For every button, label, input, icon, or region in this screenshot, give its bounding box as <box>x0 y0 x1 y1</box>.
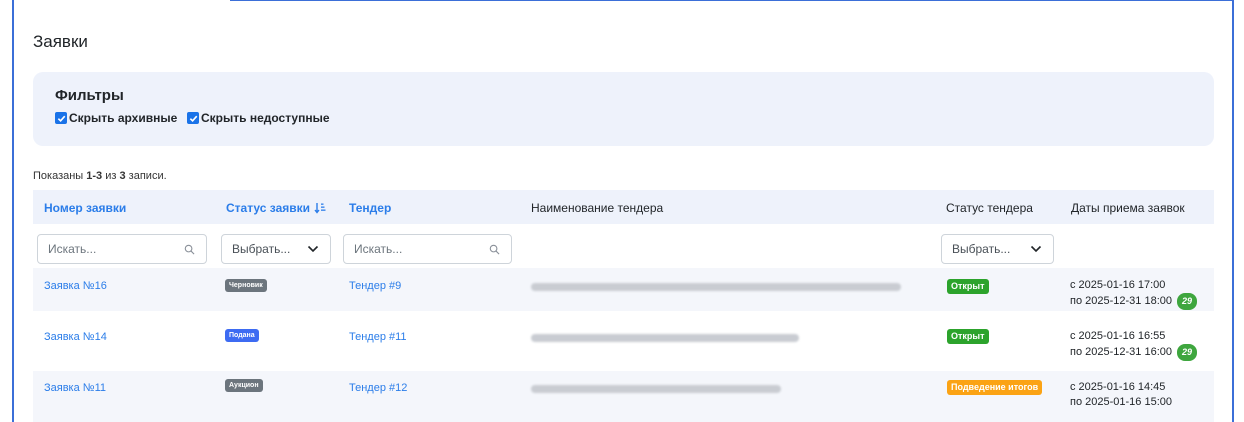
date-to-line: по 2025-12-31 16:00 29 <box>1070 344 1198 361</box>
tender-search-input[interactable]: Искать... <box>343 234 512 264</box>
date-to-line: по 2025-12-31 18:00 29 <box>1070 293 1198 310</box>
search-placeholder: Искать... <box>48 242 97 256</box>
page-title: Заявки <box>33 32 88 51</box>
tender-status-badge: Открыт <box>947 279 989 294</box>
date-to: по 2025-01-16 15:00 <box>1070 396 1172 408</box>
column-tender-status: Статус тендера <box>946 201 1033 215</box>
tender-status-badge: Подведение итогов <box>947 380 1043 395</box>
application-number-link[interactable]: Заявка №11 <box>44 382 106 394</box>
tender-link[interactable]: Тендер #11 <box>349 331 407 343</box>
hide-archived-label: Скрыть архивные <box>69 111 178 125</box>
frame-top-border <box>230 0 1234 1</box>
column-application-status[interactable]: Статус заявки <box>226 201 326 215</box>
application-status-select[interactable]: Выбрать... <box>221 234 331 264</box>
application-number-link[interactable]: Заявка №16 <box>44 280 107 292</box>
summary-range: 1-3 <box>86 170 103 182</box>
hide-unavailable-checkbox[interactable]: Скрыть недоступные <box>187 111 330 125</box>
select-placeholder: Выбрать... <box>232 242 291 256</box>
hide-archived-checkbox[interactable]: Скрыть архивные <box>55 111 177 125</box>
chevron-down-icon <box>306 242 320 256</box>
application-status-badge: Подана <box>225 329 259 342</box>
filters-title: Фильтры <box>55 87 124 104</box>
checkbox-checked-icon[interactable] <box>187 112 199 124</box>
table-header: Номер заявки Статус заявки Тендер Наимен… <box>33 190 1214 224</box>
records-summary: Показаны 1-3 из 3 записи. <box>33 170 167 182</box>
frame-left-border <box>12 0 14 422</box>
search-placeholder: Искать... <box>354 242 403 256</box>
frame-right-border <box>1232 0 1234 422</box>
application-number-search-input[interactable]: Искать... <box>37 234 207 264</box>
table-row: Заявка №16 Черновик Тендер #9 Открыт с 2… <box>33 268 1214 311</box>
dates-cell: с 2025-01-16 16:55 по 2025-12-31 16:00 2… <box>1070 329 1198 361</box>
date-to: по 2025-12-31 18:00 <box>1070 295 1172 307</box>
tender-link[interactable]: Тендер #9 <box>349 280 401 292</box>
blurred-tender-name <box>531 283 901 291</box>
table-filter-row: Искать... Выбрать... Искать... Выбрать..… <box>33 224 1214 268</box>
application-status-badge: Черновик <box>225 279 267 292</box>
date-to: по 2025-12-31 16:00 <box>1070 346 1172 358</box>
column-application-number[interactable]: Номер заявки <box>44 201 126 215</box>
column-tender[interactable]: Тендер <box>349 201 391 215</box>
days-left-badge: 29 <box>1177 344 1198 361</box>
table-row: Заявка №11 Аукцион Тендер #12 Подведение… <box>33 371 1214 422</box>
column-application-status-label: Статус заявки <box>226 201 311 215</box>
summary-prefix: Показаны <box>33 170 87 182</box>
tender-status-select[interactable]: Выбрать... <box>941 234 1054 264</box>
dates-cell: с 2025-01-16 17:00 по 2025-12-31 18:00 2… <box>1070 278 1198 310</box>
filters-panel: Фильтры Скрыть архивные Скрыть недоступн… <box>33 72 1214 146</box>
chevron-down-icon <box>1029 242 1043 256</box>
sort-descending-icon[interactable] <box>314 202 326 214</box>
application-number-link[interactable]: Заявка №14 <box>44 331 107 343</box>
checkbox-checked-icon[interactable] <box>55 112 67 124</box>
summary-middle: из <box>102 170 120 182</box>
blurred-tender-name <box>531 385 781 393</box>
application-status-badge: Аукцион <box>225 379 263 392</box>
column-tender-name: Наименование тендера <box>531 201 664 215</box>
date-from: с 2025-01-16 16:55 <box>1070 330 1166 342</box>
days-left-badge: 29 <box>1177 293 1198 310</box>
search-icon <box>487 242 501 256</box>
date-from: с 2025-01-16 14:45 <box>1070 381 1166 393</box>
column-dates: Даты приема заявок <box>1071 201 1185 215</box>
hide-unavailable-label: Скрыть недоступные <box>201 111 330 125</box>
summary-suffix: записи. <box>125 170 167 182</box>
blurred-tender-name <box>531 334 799 342</box>
tender-status-badge: Открыт <box>947 329 989 344</box>
dates-cell: с 2025-01-16 14:45 по 2025-01-16 15:00 <box>1070 380 1172 410</box>
tender-link[interactable]: Тендер #12 <box>349 382 407 394</box>
search-icon <box>182 242 196 256</box>
select-placeholder: Выбрать... <box>952 242 1011 256</box>
table-row: Заявка №14 Подана Тендер #11 Открыт с 20… <box>33 314 1214 361</box>
date-from: с 2025-01-16 17:00 <box>1070 279 1166 291</box>
